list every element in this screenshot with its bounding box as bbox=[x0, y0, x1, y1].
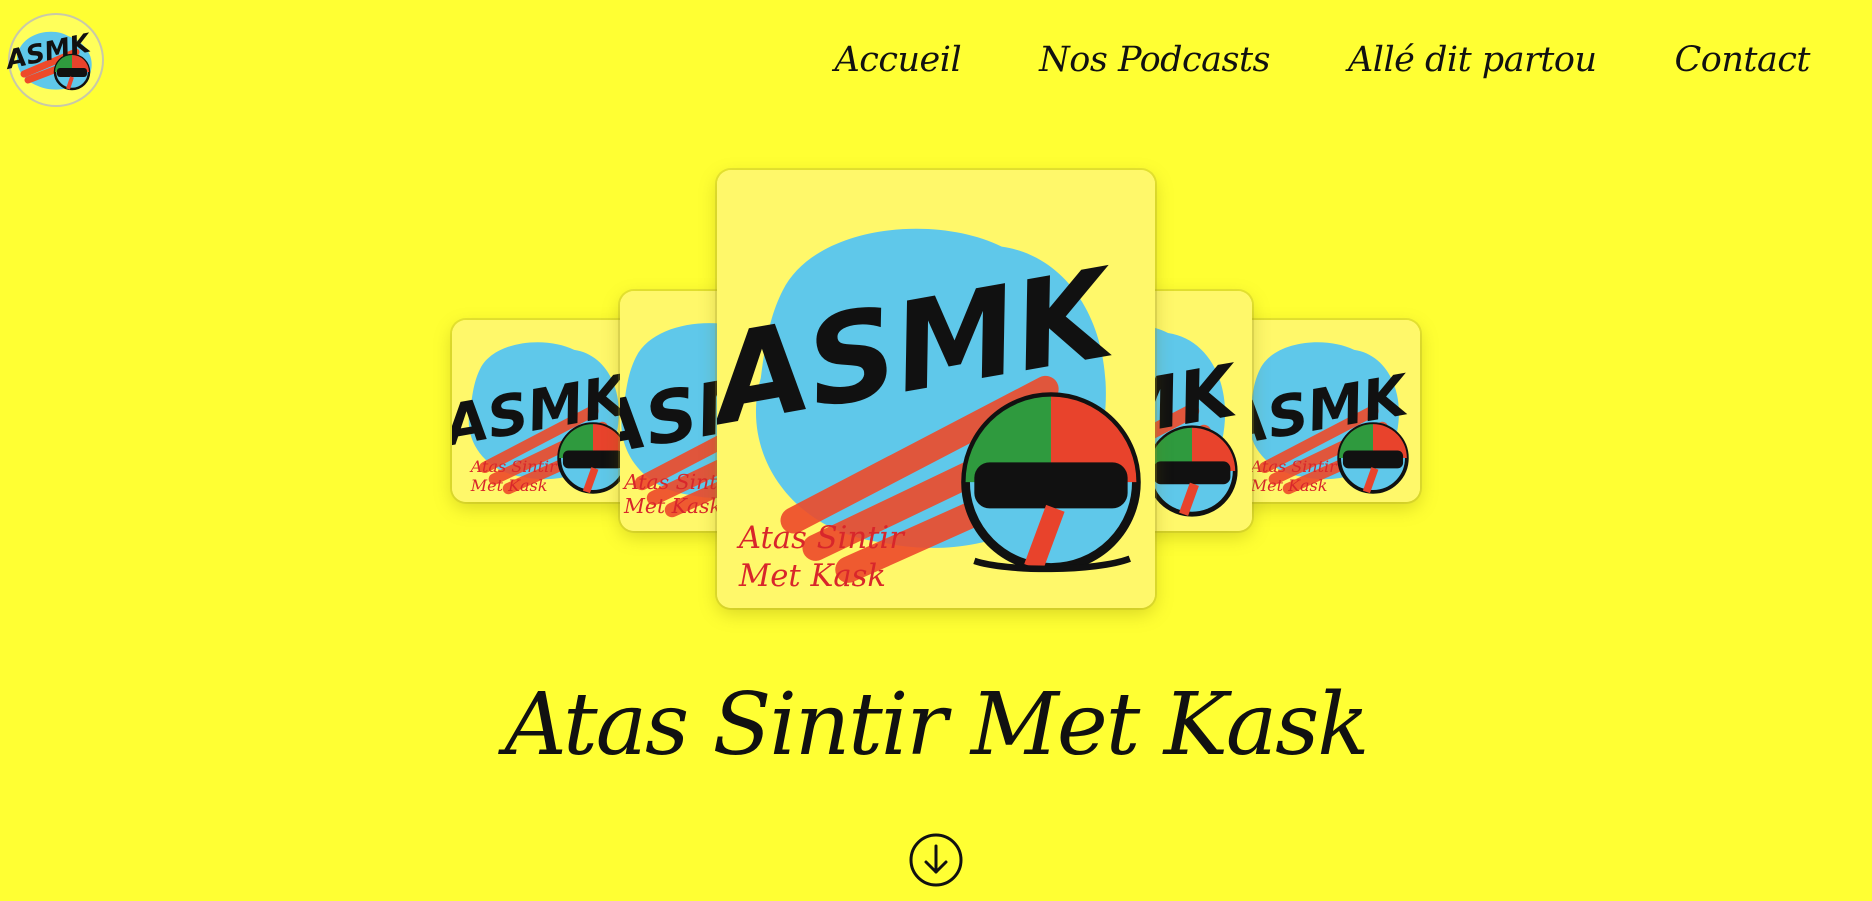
carousel-cover-active[interactable]: ASMK Atas Sintir Met Kask bbox=[717, 170, 1155, 608]
carousel-cover-far-right[interactable]: ASMK Atas Sintir Met Kask bbox=[1232, 320, 1420, 502]
arrow-down-circle-icon[interactable] bbox=[908, 832, 964, 888]
podcast-title: Atas Sintir Met Kask bbox=[504, 675, 1370, 775]
cover-subtitle-line1: Atas Sintir bbox=[1249, 457, 1338, 476]
cover-subtitle-line1: Atas Sintir bbox=[736, 521, 906, 556]
cover-subtitle-line1: Atas Sintir bbox=[469, 457, 558, 476]
podcast-cover-art: ASMK Atas Sintir Met Kask bbox=[717, 170, 1155, 608]
podcast-cover-art: ASMK Atas Sintir Met Kask bbox=[452, 320, 640, 502]
cover-subtitle-line2: Met Kask bbox=[738, 559, 886, 594]
podcast-cover-carousel: ASMK Atas Sintir Met Kask ASMK Atas Sint… bbox=[0, 0, 1872, 640]
cover-subtitle-line2: Met Kask bbox=[470, 476, 548, 495]
cover-subtitle-line2: Met Kask bbox=[623, 494, 722, 518]
carousel-cover-far-left[interactable]: ASMK Atas Sintir Met Kask bbox=[452, 320, 640, 502]
cover-subtitle-line2: Met Kask bbox=[1250, 476, 1328, 495]
podcast-cover-art: ASMK Atas Sintir Met Kask bbox=[1232, 320, 1420, 502]
page: ASMK Accueil Nos Podcasts Allé dit parto… bbox=[0, 0, 1872, 901]
